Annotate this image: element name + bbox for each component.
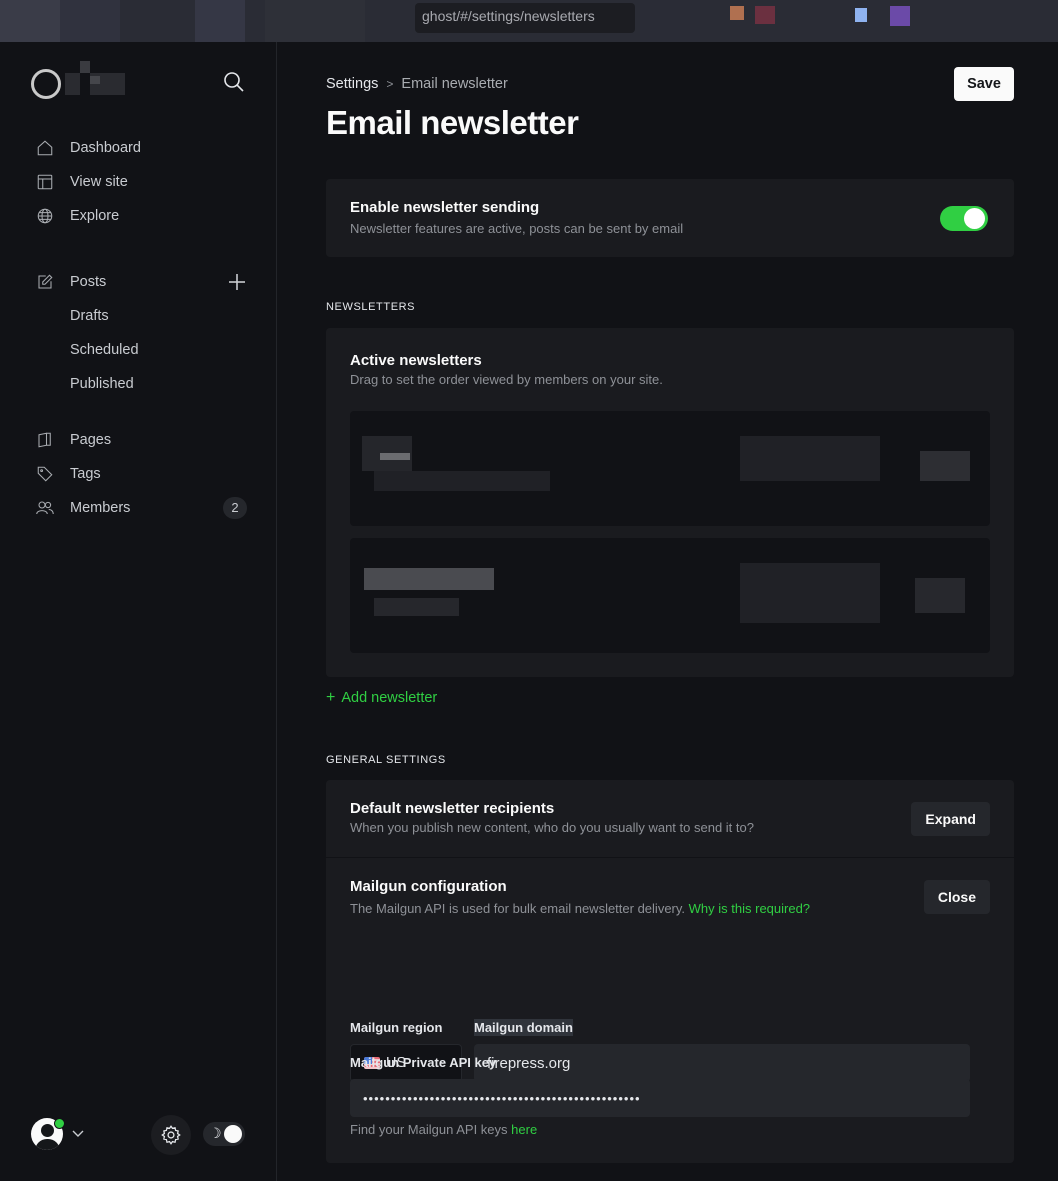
layout-icon bbox=[36, 173, 54, 191]
avatar-body bbox=[35, 1139, 60, 1150]
sidebar-item-scheduled[interactable]: Scheduled bbox=[0, 333, 277, 367]
sidebar-item-explore[interactable]: Explore bbox=[0, 199, 277, 233]
avatar-head bbox=[41, 1124, 54, 1137]
breadcrumb-current: Email newsletter bbox=[401, 76, 508, 92]
sidebar-item-label: Posts bbox=[70, 274, 107, 290]
url-text: ghost/#/settings/newsletters bbox=[422, 8, 595, 24]
sidebar-item-members[interactable]: Members 2 bbox=[0, 491, 277, 525]
newsletter-list-item[interactable] bbox=[350, 411, 990, 526]
globe-icon bbox=[36, 207, 54, 225]
sidebar-item-dashboard[interactable]: Dashboard bbox=[0, 131, 277, 165]
page-title: Email newsletter bbox=[326, 104, 579, 141]
default-recipients-description: When you publish new content, who do you… bbox=[350, 820, 754, 835]
sidebar-item-published[interactable]: Published bbox=[0, 367, 277, 401]
close-button[interactable]: Close bbox=[923, 880, 990, 914]
sidebar-item-drafts[interactable]: Drafts bbox=[0, 299, 277, 333]
mailgun-domain-label: Mailgun domain bbox=[474, 1019, 573, 1036]
sidebar-item-posts[interactable]: Posts bbox=[0, 265, 277, 299]
main-content: Settings > Email newsletter Save Email n… bbox=[278, 42, 1058, 1181]
sidebar-item-label: Dashboard bbox=[70, 140, 141, 156]
mailgun-api-key-input[interactable] bbox=[350, 1079, 970, 1117]
api-key-hint-link[interactable]: here bbox=[511, 1122, 537, 1137]
newsletters-section-label: NEWSLETTERS bbox=[326, 301, 416, 313]
moon-icon: ☽ bbox=[209, 1125, 222, 1141]
pages-icon bbox=[36, 431, 54, 449]
mailgun-description-text: The Mailgun API is used for bulk email n… bbox=[350, 901, 686, 916]
why-required-link[interactable]: Why is this required? bbox=[689, 901, 810, 916]
gear-icon bbox=[161, 1125, 181, 1145]
home-icon bbox=[36, 139, 54, 157]
sidebar-item-label: Tags bbox=[70, 466, 101, 482]
dark-mode-toggle[interactable]: ☽ bbox=[203, 1122, 245, 1146]
sidebar-item-pages[interactable]: Pages bbox=[0, 423, 277, 457]
sidebar-item-label: Pages bbox=[70, 432, 112, 448]
active-newsletters-title: Active newsletters bbox=[350, 352, 482, 369]
search-button[interactable] bbox=[222, 70, 248, 96]
mailgun-region-label: Mailgun region bbox=[350, 1020, 443, 1035]
online-status-dot bbox=[54, 1118, 65, 1129]
sidebar-item-view-site[interactable]: View site bbox=[0, 165, 277, 199]
sidebar-item-label: Explore bbox=[70, 208, 120, 224]
expand-button[interactable]: Expand bbox=[911, 802, 990, 836]
sidebar-item-label: Published bbox=[70, 376, 134, 392]
settings-button[interactable] bbox=[151, 1115, 191, 1155]
search-icon bbox=[224, 72, 244, 92]
default-recipients-row: Default newsletter recipients When you p… bbox=[326, 780, 1014, 858]
mailgun-domain-input[interactable] bbox=[474, 1044, 970, 1082]
api-key-hint-text: Find your Mailgun API keys bbox=[350, 1122, 508, 1137]
enable-newsletter-title: Enable newsletter sending bbox=[350, 199, 540, 216]
active-newsletters-card: Active newsletters Drag to set the order… bbox=[326, 328, 1014, 677]
site-logo-icon[interactable] bbox=[31, 69, 61, 99]
tag-icon bbox=[36, 465, 54, 483]
enable-newsletter-description: Newsletter features are active, posts ca… bbox=[350, 221, 684, 236]
save-button[interactable]: Save bbox=[954, 67, 1014, 101]
add-newsletter-label: Add newsletter bbox=[341, 690, 438, 706]
api-key-hint: Find your Mailgun API keys here bbox=[350, 1122, 537, 1137]
toggle-knob bbox=[224, 1125, 242, 1143]
secondary-nav: Pages Tags Members 2 bbox=[0, 423, 277, 525]
sidebar: Dashboard View site Explore Posts Drafts… bbox=[0, 42, 277, 1181]
members-icon bbox=[36, 499, 54, 517]
user-menu-toggle[interactable] bbox=[71, 1126, 85, 1140]
breadcrumb: Settings > Email newsletter bbox=[326, 76, 508, 92]
general-settings-section-label: GENERAL SETTINGS bbox=[326, 754, 446, 766]
plus-icon: + bbox=[326, 689, 336, 706]
sidebar-footer: ☽ bbox=[0, 1114, 277, 1155]
toggle-knob bbox=[964, 208, 985, 229]
sidebar-item-label: Drafts bbox=[70, 308, 109, 324]
add-newsletter-button[interactable]: + Add newsletter bbox=[326, 689, 437, 707]
enable-newsletter-toggle[interactable] bbox=[940, 206, 988, 231]
default-recipients-title: Default newsletter recipients bbox=[350, 800, 555, 817]
mailgun-config-title: Mailgun configuration bbox=[350, 878, 507, 895]
primary-nav: Dashboard View site Explore bbox=[0, 131, 277, 233]
sidebar-item-label: View site bbox=[70, 174, 128, 190]
active-newsletters-description: Drag to set the order viewed by members … bbox=[350, 372, 663, 387]
plus-icon bbox=[229, 274, 245, 290]
sidebar-item-label: Scheduled bbox=[70, 342, 139, 358]
site-name-obscured bbox=[65, 61, 125, 95]
chevron-down-icon bbox=[72, 1130, 84, 1137]
sidebar-item-tags[interactable]: Tags bbox=[0, 457, 277, 491]
new-post-button[interactable] bbox=[227, 272, 247, 292]
breadcrumb-settings-link[interactable]: Settings bbox=[326, 76, 378, 92]
newsletter-list-item[interactable] bbox=[350, 538, 990, 653]
mailgun-config-description: The Mailgun API is used for bulk email n… bbox=[350, 901, 990, 916]
enable-newsletter-card: Enable newsletter sending Newsletter fea… bbox=[326, 179, 1014, 257]
sidebar-item-label: Members bbox=[70, 500, 131, 516]
members-count-badge: 2 bbox=[223, 497, 247, 519]
edit-icon bbox=[36, 273, 54, 291]
chevron-right-icon: > bbox=[386, 77, 394, 91]
posts-nav: Posts Drafts Scheduled Published bbox=[0, 265, 277, 401]
browser-address-bar: ghost/#/settings/newsletters bbox=[0, 0, 1058, 42]
mailgun-api-key-label: Mailgun Private API key bbox=[350, 1055, 497, 1070]
